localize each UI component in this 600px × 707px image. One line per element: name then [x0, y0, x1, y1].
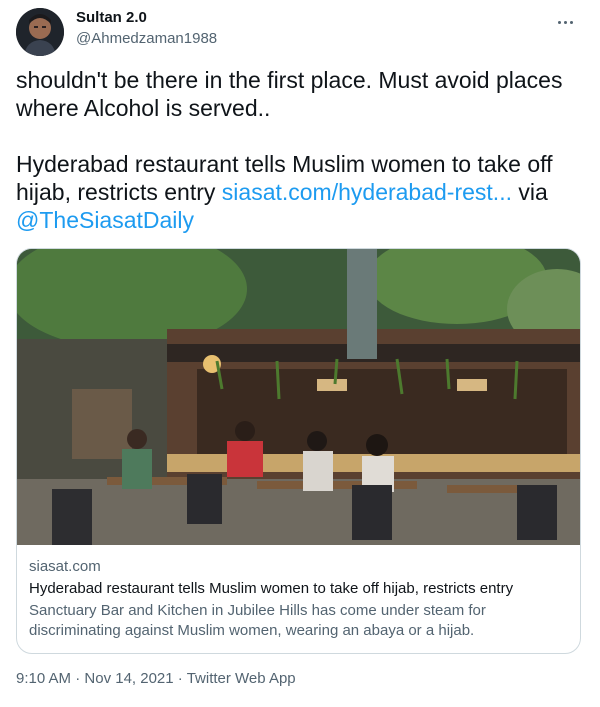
card-body: siasat.com Hyderabad restaurant tells Mu… [29, 557, 569, 641]
card-image [17, 249, 580, 545]
card-title: Hyderabad restaurant tells Muslim women … [29, 580, 514, 597]
tweet-text: shouldn't be there in the first place. M… [16, 66, 588, 234]
meta-separator-2: · [173, 670, 187, 687]
user-handle[interactable]: @Ahmedzaman1988 [76, 30, 217, 47]
avatar[interactable] [16, 8, 64, 56]
mention-link[interactable]: @TheSiasatDaily [16, 207, 194, 233]
tweet-header: Sultan 2.0 @Ahmedzaman1988 [16, 4, 588, 56]
tweet-date[interactable]: Nov 14, 2021 [84, 670, 173, 687]
card-domain: siasat.com [29, 558, 101, 575]
tweet: Sultan 2.0 @Ahmedzaman1988 shouldn't be … [0, 0, 600, 707]
via-text: via [511, 179, 555, 205]
tweet-time[interactable]: 9:10 AM [16, 670, 71, 687]
article-link[interactable]: siasat.com/hyderabad-rest... [222, 179, 512, 205]
tweet-meta: 9:10 AM · Nov 14, 2021 · Twitter Web App [16, 670, 296, 687]
display-name[interactable]: Sultan 2.0 [76, 9, 147, 26]
more-options-icon[interactable] [550, 7, 580, 37]
tweet-text-line1: shouldn't be there in the first place. M… [16, 67, 569, 121]
tweet-source[interactable]: Twitter Web App [187, 670, 296, 687]
link-preview-card[interactable]: siasat.com Hyderabad restaurant tells Mu… [16, 248, 581, 654]
meta-separator: · [71, 670, 85, 687]
card-description: Sanctuary Bar and Kitchen in Jubilee Hil… [29, 602, 486, 639]
